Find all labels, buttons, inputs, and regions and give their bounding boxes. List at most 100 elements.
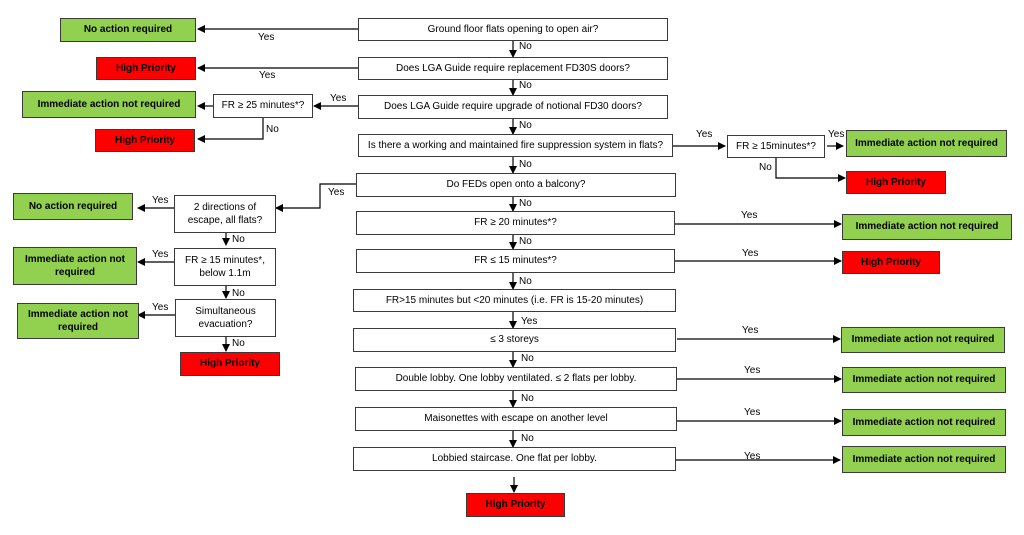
outcome-high-priority-fr25: High Priority (95, 129, 195, 152)
question-two-directions: 2 directions of escape, all flats? (174, 195, 276, 233)
question-text: Is there a working and maintained fire s… (367, 139, 664, 151)
question-text: Does LGA Guide require replacement FD30S… (395, 62, 630, 74)
label-yes: Yes (330, 93, 347, 104)
question-text: FR ≤ 15 minutes*? (474, 255, 557, 267)
question-fr-20: FR ≥ 20 minutes*? (356, 211, 675, 235)
question-fr-15: FR ≤ 15 minutes*? (356, 249, 675, 273)
question-text: Lobbied staircase. One flat per lobby. (432, 453, 597, 465)
label-yes: Yes (152, 249, 169, 260)
label-yes: Yes (742, 325, 759, 336)
label-no: No (232, 338, 245, 349)
outcome-immediate-not-required-suppression: Immediate action not required (846, 130, 1007, 157)
question-text: ≤ 3 storeys (490, 334, 539, 346)
label-no: No (519, 198, 532, 209)
label-no: No (519, 276, 532, 287)
label-no: No (521, 393, 534, 404)
question-fr-15-below: FR ≥ 15 minutes*, below 1.1m (174, 248, 276, 286)
outcome-high-priority-final: High Priority (466, 493, 565, 517)
question-text: Ground floor flats opening to open air? (427, 23, 599, 35)
question-text: Do FEDs open onto a balcony? (446, 179, 586, 191)
question-maisonettes: Maisonettes with escape on another level (355, 407, 677, 431)
label-no: No (232, 234, 245, 245)
question-text: Maisonettes with escape on another level (424, 413, 608, 425)
outcome-text: Immediate action not required (855, 221, 999, 233)
label-yes: Yes (742, 248, 759, 259)
arrow-fr25-high (197, 118, 264, 143)
outcome-high-priority-suppression: High Priority (846, 171, 946, 194)
outcome-text: Immediate action not required (852, 453, 996, 465)
outcome-text: No action required (28, 200, 118, 212)
question-simultaneous: Simultaneous evacuation? (175, 299, 276, 337)
label-yes: Yes (328, 187, 345, 198)
label-yes: Yes (258, 32, 275, 43)
question-text: 2 directions of escape, all flats? (187, 201, 263, 227)
question-text: FR ≥ 15minutes*? (736, 140, 816, 152)
outcome-text: High Priority (485, 499, 546, 511)
question-text: FR ≥ 15 minutes*, below 1.1m (185, 254, 265, 280)
outcome-immediate-not-required-simul: Immediate action not required (17, 303, 139, 339)
outcome-text: Immediate action not required (24, 253, 125, 279)
question-text: FR ≥ 20 minutes*? (474, 217, 557, 229)
question-text: Simultaneous evacuation? (195, 305, 256, 331)
label-yes: Yes (744, 365, 761, 376)
question-text: Does LGA Guide require upgrade of notion… (384, 101, 642, 113)
question-text: FR ≥ 25 minutes*? (221, 100, 305, 112)
outcome-text: Immediate action not required (851, 334, 995, 346)
arrow-fr15-high-right (775, 157, 846, 182)
label-yes: Yes (152, 195, 169, 206)
label-yes: Yes (152, 302, 169, 313)
outcome-text: High Priority (860, 256, 921, 268)
outcome-text: High Priority (199, 358, 260, 370)
question-text: Double lobby. One lobby ventilated. ≤ 2 … (395, 373, 637, 385)
outcome-text: No action required (83, 24, 173, 36)
question-replacement-fd30s: Does LGA Guide require replacement FD30S… (358, 57, 668, 80)
outcome-text: Immediate action not required (855, 137, 998, 149)
question-upgrade-fd30: Does LGA Guide require upgrade of notion… (358, 95, 668, 119)
outcome-immediate-not-required-fr25: Immediate action not required (22, 91, 196, 118)
question-balcony: Do FEDs open onto a balcony? (356, 173, 676, 197)
label-no: No (232, 288, 245, 299)
outcome-text: High Priority (865, 176, 926, 188)
question-fire-suppression: Is there a working and maintained fire s… (358, 134, 673, 157)
question-double-lobby: Double lobby. One lobby ventilated. ≤ 2 … (355, 367, 677, 391)
question-lobbied-staircase: Lobbied staircase. One flat per lobby. (353, 447, 676, 471)
question-fr-15-right: FR ≥ 15minutes*? (727, 135, 825, 158)
outcome-no-action-ground: No action required (60, 18, 196, 42)
question-fr-25: FR ≥ 25 minutes*? (213, 94, 313, 118)
outcome-high-priority-fr15: High Priority (842, 251, 940, 274)
label-no: No (759, 162, 772, 173)
question-fr-15-20: FR>15 minutes but <20 minutes (i.e. FR i… (353, 289, 676, 312)
label-yes: Yes (744, 407, 761, 418)
outcome-text: High Priority (115, 62, 176, 74)
label-yes: Yes (259, 70, 276, 81)
question-ground-floor: Ground floor flats opening to open air? (358, 18, 668, 41)
outcome-text: Immediate action not required (27, 308, 128, 334)
outcome-high-priority-simul: High Priority (180, 352, 280, 376)
label-yes: Yes (696, 129, 713, 140)
label-no: No (519, 41, 532, 52)
label-no: No (521, 353, 534, 364)
label-no: No (519, 159, 532, 170)
outcome-text: High Priority (114, 134, 175, 146)
outcome-text: Immediate action not required (37, 98, 181, 110)
label-yes: Yes (521, 316, 538, 327)
label-no: No (519, 80, 532, 91)
label-yes: Yes (741, 210, 758, 221)
outcome-text: Immediate action not required (852, 416, 996, 428)
outcome-no-action-two-dirs: No action required (13, 193, 133, 220)
outcome-text: Immediate action not required (852, 374, 996, 386)
outcome-immediate-not-required-lobbied: Immediate action not required (842, 446, 1006, 473)
outcome-immediate-not-required-fr20: Immediate action not required (842, 214, 1012, 240)
label-no: No (519, 236, 532, 247)
outcome-immediate-not-required-fr15: Immediate action not required (13, 247, 137, 285)
question-storeys: ≤ 3 storeys (353, 328, 676, 352)
outcome-immediate-not-required-double-lobby: Immediate action not required (842, 367, 1006, 393)
label-yes: Yes (828, 129, 845, 140)
label-no: No (519, 120, 532, 131)
question-text: FR>15 minutes but <20 minutes (i.e. FR i… (385, 294, 644, 306)
label-yes: Yes (744, 451, 761, 462)
outcome-immediate-not-required-maisonettes: Immediate action not required (842, 409, 1006, 436)
outcome-high-priority-fd30s: High Priority (96, 57, 196, 80)
label-no: No (521, 433, 534, 444)
outcome-immediate-not-required-storeys: Immediate action not required (841, 327, 1005, 353)
